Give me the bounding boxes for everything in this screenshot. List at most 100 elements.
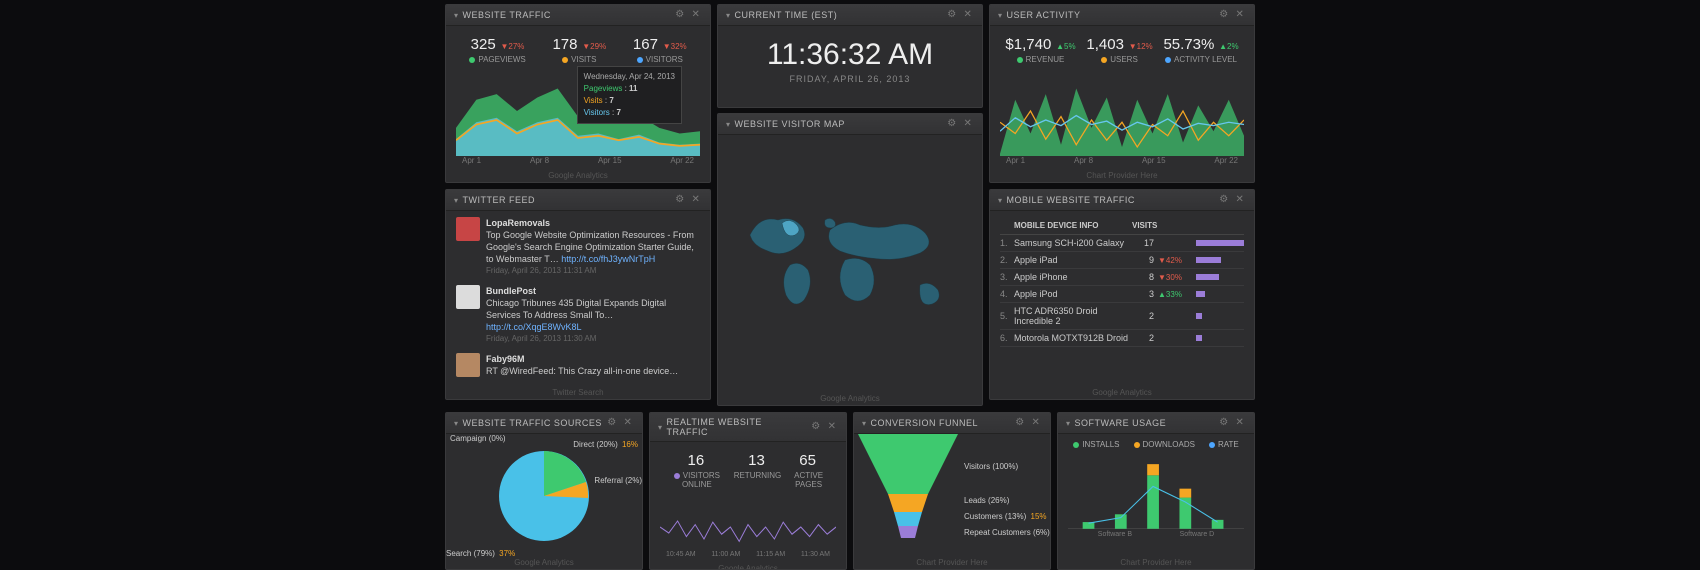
stat-active-pages: 65 ACTIVE PAGES [781, 452, 836, 489]
activity-line-chart [1000, 66, 1244, 156]
widget-realtime-traffic: ▾ REALTIME WEBSITE TRAFFIC ⚙ ✕ 16 VISITO… [649, 412, 847, 570]
legend-installs: INSTALLS [1073, 440, 1119, 449]
clock-time: 11:36:32 AM [728, 38, 972, 72]
avatar [456, 285, 480, 309]
stat-returning: 13 RETURNING [734, 452, 782, 489]
widget-software-usage: ▾ SOFTWARE USAGE ⚙ ✕ INSTALLS DOWNLOADS RA… [1057, 412, 1255, 570]
caret-icon: ▾ [658, 423, 663, 432]
widget-title: TWITTER FEED [463, 195, 536, 205]
widget-header[interactable]: ▾ USER ACTIVITY ⚙ ✕ [990, 5, 1254, 26]
stat-revenue: $1,740 ▲5% REVENUE [1005, 36, 1075, 64]
x-tick: Apr 8 [1074, 156, 1093, 165]
widget-title: CURRENT TIME (EST) [735, 10, 838, 20]
table-row[interactable]: 6. Motorola MOTXT912B Droid 2 [1000, 330, 1244, 347]
widget-header[interactable]: ▾ CURRENT TIME (EST) ⚙ ✕ [718, 5, 982, 26]
close-icon[interactable]: ✕ [690, 194, 702, 206]
traffic-area-chart: Wednesday, Apr 24, 2013 Pageviews : 11 V… [456, 66, 700, 156]
widget-conversion-funnel: ▾ CONVERSION FUNNEL ⚙ ✕ Visitors (100%) … [853, 412, 1051, 570]
table-row[interactable]: 4. Apple iPod 3 ▲33% [1000, 286, 1244, 303]
stat-visitors-online: 16 VISITORS ONLINE [660, 452, 734, 489]
widget-header[interactable]: ▾ MOBILE WEBSITE TRAFFIC ⚙ ✕ [990, 190, 1254, 211]
chart-tooltip: Wednesday, Apr 24, 2013 Pageviews : 11 V… [577, 66, 682, 124]
x-tick: Apr 15 [598, 156, 622, 165]
x-tick: 11:30 AM [801, 551, 830, 558]
widget-header[interactable]: ▾ WEBSITE VISITOR MAP ⚙ ✕ [718, 114, 982, 135]
table-row[interactable]: 1. Samsung SCH-i200 Galaxy 17 [1000, 235, 1244, 252]
widget-header[interactable]: ▾ REALTIME WEBSITE TRAFFIC ⚙ ✕ [650, 413, 846, 442]
world-map[interactable] [718, 135, 982, 394]
widget-footer: Google Analytics [718, 394, 982, 405]
widget-twitter-feed: ▾ TWITTER FEED ⚙ ✕ LopaRemovals Top Goog… [445, 189, 711, 400]
caret-icon: ▾ [454, 196, 459, 205]
gear-icon[interactable]: ⚙ [1218, 9, 1230, 21]
widget-footer: Google Analytics [446, 171, 710, 182]
x-tick: 10:45 AM [666, 551, 696, 558]
gear-icon[interactable]: ⚙ [810, 421, 822, 433]
x-tick: Apr 15 [1142, 156, 1166, 165]
stat-users: 1,403 ▼12% USERS [1086, 36, 1152, 64]
close-icon[interactable]: ✕ [962, 9, 974, 21]
mobile-device-table: MOBILE DEVICE INFO VISITS 1. Samsung SCH… [1000, 217, 1244, 347]
table-row[interactable]: 5. HTC ADR6350 Droid Incredible 2 2 [1000, 303, 1244, 330]
column-visits[interactable]: VISITS [1132, 221, 1154, 230]
caret-icon: ▾ [454, 11, 459, 20]
software-bar-chart [1068, 453, 1244, 531]
table-row[interactable]: 3. Apple iPhone 8 ▼30% [1000, 269, 1244, 286]
legend-downloads: DOWNLOADS [1134, 440, 1195, 449]
widget-header[interactable]: ▾ TWITTER FEED ⚙ ✕ [446, 190, 710, 211]
dashboard-grid: ▾ WEBSITE TRAFFIC ⚙ ✕ 325 ▼27% PAGEVIEWS… [445, 4, 1255, 570]
widget-header[interactable]: ▾ WEBSITE TRAFFIC SOURCES ⚙ ✕ [446, 413, 642, 434]
close-icon[interactable]: ✕ [1030, 417, 1042, 429]
tweet-item[interactable]: BundlePost Chicago Tribunes 435 Digital … [456, 285, 700, 345]
tweet-item[interactable]: LopaRemovals Top Google Website Optimiza… [456, 217, 700, 277]
stat-visitors: 167 ▼32% VISITORS [633, 36, 687, 64]
widget-footer: Google Analytics [446, 558, 642, 569]
widget-header[interactable]: ▾ CONVERSION FUNNEL ⚙ ✕ [854, 413, 1050, 434]
x-tick: Apr 8 [530, 156, 549, 165]
caret-icon: ▾ [1066, 419, 1071, 428]
gear-icon[interactable]: ⚙ [1014, 417, 1026, 429]
gear-icon[interactable]: ⚙ [606, 417, 618, 429]
close-icon[interactable]: ✕ [1234, 9, 1246, 21]
caret-icon: ▾ [726, 11, 731, 20]
legend-rate: RATE [1209, 440, 1239, 449]
close-icon[interactable]: ✕ [826, 421, 838, 433]
gear-icon[interactable]: ⚙ [1218, 417, 1230, 429]
tweet-link[interactable]: http://t.co/fhJ3ywNrTpH [561, 254, 655, 264]
caret-icon: ▾ [726, 120, 731, 129]
close-icon[interactable]: ✕ [690, 9, 702, 21]
widget-header[interactable]: ▾ SOFTWARE USAGE ⚙ ✕ [1058, 413, 1254, 434]
widget-website-traffic: ▾ WEBSITE TRAFFIC ⚙ ✕ 325 ▼27% PAGEVIEWS… [445, 4, 711, 183]
caret-icon: ▾ [454, 419, 459, 428]
stat-pageviews: 325 ▼27% PAGEVIEWS [469, 36, 525, 64]
gear-icon[interactable]: ⚙ [946, 9, 958, 21]
tweet-link[interactable]: http://t.co/XqgE8WvK8L [486, 322, 582, 332]
close-icon[interactable]: ✕ [1234, 417, 1246, 429]
gear-icon[interactable]: ⚙ [674, 194, 686, 206]
close-icon[interactable]: ✕ [622, 417, 634, 429]
tweet-item[interactable]: Faby96M RT @WiredFeed: This Crazy all-in… [456, 353, 700, 377]
widget-mobile-traffic: ▾ MOBILE WEBSITE TRAFFIC ⚙ ✕ MOBILE DEVI… [989, 189, 1255, 400]
avatar [456, 217, 480, 241]
avatar [456, 353, 480, 377]
x-tick: Apr 1 [462, 156, 481, 165]
widget-title: WEBSITE TRAFFIC SOURCES [463, 418, 602, 428]
widget-clock: ▾ CURRENT TIME (EST) ⚙ ✕ 11:36:32 AM FRI… [717, 4, 983, 108]
realtime-line-chart [660, 491, 836, 551]
widget-footer: Chart Provider Here [1058, 558, 1254, 569]
close-icon[interactable]: ✕ [1234, 194, 1246, 206]
column-device[interactable]: MOBILE DEVICE INFO [1014, 221, 1132, 230]
gear-icon[interactable]: ⚙ [674, 9, 686, 21]
widget-traffic-sources: ▾ WEBSITE TRAFFIC SOURCES ⚙ ✕ Campaign (… [445, 412, 643, 570]
caret-icon: ▾ [998, 196, 1003, 205]
widget-user-activity: ▾ USER ACTIVITY ⚙ ✕ $1,740 ▲5% REVENUE 1… [989, 4, 1255, 183]
x-tick: Apr 1 [1006, 156, 1025, 165]
table-row[interactable]: 2. Apple iPad 9 ▼42% [1000, 252, 1244, 269]
close-icon[interactable]: ✕ [962, 118, 974, 130]
widget-header[interactable]: ▾ WEBSITE TRAFFIC ⚙ ✕ [446, 5, 710, 26]
x-tick: Apr 22 [670, 156, 694, 165]
sources-pie-chart: Campaign (0%) Direct (20%) 16% Referral … [446, 434, 642, 558]
gear-icon[interactable]: ⚙ [946, 118, 958, 130]
widget-footer: Google Analytics [650, 564, 846, 570]
gear-icon[interactable]: ⚙ [1218, 194, 1230, 206]
